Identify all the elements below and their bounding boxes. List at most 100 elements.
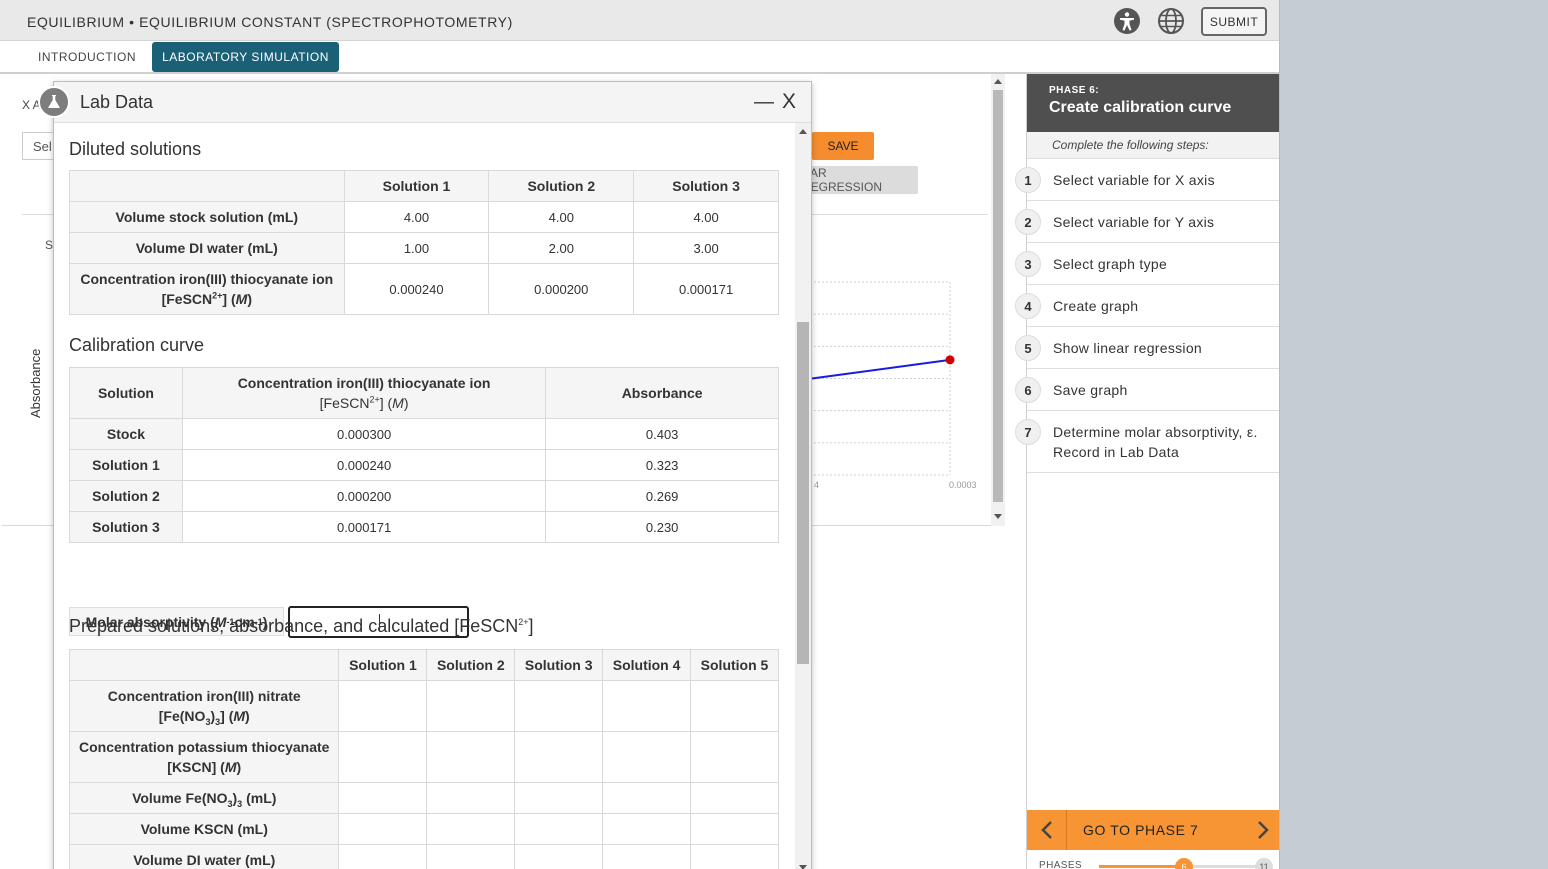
table-cell[interactable] bbox=[514, 844, 604, 869]
phases-progress: PHASES 6 11 bbox=[1027, 850, 1279, 869]
phase-sidepanel: PHASE 6: Create calibration curve Comple… bbox=[1015, 74, 1279, 869]
minimize-button[interactable]: — bbox=[754, 91, 774, 113]
accessibility-icon[interactable] bbox=[1113, 7, 1141, 35]
step-item: 3 Select graph type bbox=[1015, 243, 1279, 285]
step-text: Show linear regression bbox=[1053, 340, 1203, 356]
step-text: Save graph bbox=[1053, 382, 1128, 398]
table-cell[interactable] bbox=[602, 813, 692, 845]
submit-button[interactable]: SUBMIT bbox=[1201, 7, 1267, 36]
table-cell[interactable] bbox=[690, 680, 779, 732]
table-cell: 4.00 bbox=[633, 201, 779, 233]
modal-body: Diluted solutions Solution 1 Solution 2 … bbox=[54, 123, 811, 869]
table-row: Volume DI water (mL) 1.00 2.00 3.00 bbox=[69, 232, 779, 264]
table-cell[interactable] bbox=[602, 844, 692, 869]
y-axis-title: Absorbance bbox=[28, 348, 43, 418]
table-row: Concentration potassium thiocyanate [KSCN… bbox=[68, 731, 779, 783]
table-cell: 3.00 bbox=[633, 232, 779, 264]
current-phase-marker[interactable]: 6 bbox=[1175, 858, 1193, 869]
table-cell[interactable] bbox=[338, 813, 428, 845]
row-header-text: Concentration iron(III) thiocyanate ion bbox=[80, 271, 334, 287]
scrollbar-thumb[interactable] bbox=[993, 90, 1003, 502]
step-item: 2 Select variable for Y axis bbox=[1015, 201, 1279, 243]
save-graph-button[interactable]: SAVE bbox=[812, 132, 874, 160]
linear-regression-button[interactable]: EAR REGRESSION bbox=[802, 166, 918, 194]
step-number: 4 bbox=[1015, 293, 1041, 319]
calibration-curve-title: Calibration curve bbox=[69, 335, 205, 355]
previous-phase-button[interactable] bbox=[1027, 810, 1067, 850]
table-header: Solution 4 bbox=[602, 649, 692, 681]
table-cell[interactable] bbox=[602, 680, 692, 732]
scroll-down-icon[interactable] bbox=[994, 514, 1002, 519]
table-cell[interactable] bbox=[514, 782, 604, 814]
table-cell[interactable] bbox=[514, 813, 604, 845]
table-cell[interactable] bbox=[426, 813, 516, 845]
table-cell[interactable] bbox=[426, 782, 516, 814]
step-text: Create graph bbox=[1053, 298, 1139, 314]
header-text: Concentration iron(III) thiocyanate ion bbox=[237, 375, 491, 391]
table-cell[interactable] bbox=[426, 680, 516, 732]
last-phase-marker[interactable]: 11 bbox=[1255, 858, 1273, 869]
tab-introduction[interactable]: INTRODUCTION bbox=[28, 42, 146, 72]
scroll-up-icon[interactable] bbox=[994, 79, 1002, 84]
table-cell[interactable] bbox=[602, 782, 692, 814]
table-cell[interactable] bbox=[602, 731, 692, 783]
phase-header: PHASE 6: Create calibration curve bbox=[1027, 74, 1279, 132]
table-cell[interactable] bbox=[338, 680, 428, 732]
table-cell[interactable] bbox=[514, 680, 604, 732]
table-cell[interactable] bbox=[338, 731, 428, 783]
globe-icon[interactable] bbox=[1157, 7, 1185, 35]
simulation-scrollbar[interactable] bbox=[991, 74, 1005, 526]
table-cell[interactable] bbox=[690, 813, 779, 845]
row-header: Volume KSCN (mL) bbox=[68, 813, 340, 845]
modal-title: Lab Data bbox=[80, 92, 154, 112]
top-bar: EQUILIBRIUM • EQUILIBRIUM CONSTANT (SPEC… bbox=[0, 0, 1279, 41]
go-to-next-phase-button[interactable]: GO TO PHASE 7 bbox=[1083, 822, 1198, 838]
table-cell[interactable] bbox=[338, 782, 428, 814]
app-title: EQUILIBRIUM • EQUILIBRIUM CONSTANT (SPEC… bbox=[27, 14, 513, 30]
modal-scrollbar[interactable] bbox=[795, 123, 811, 869]
row-header-text: Volume Fe(NO bbox=[132, 790, 228, 806]
data-point bbox=[945, 355, 955, 365]
step-number: 7 bbox=[1015, 419, 1041, 445]
tab-bar: INTRODUCTION LABORATORY SIMULATION bbox=[0, 41, 1279, 74]
table-cell[interactable] bbox=[690, 731, 779, 783]
step-item: 7 Determine molar absorptivity, ε. Recor… bbox=[1015, 411, 1279, 473]
table-cell: 0.000171 bbox=[181, 511, 547, 543]
table-row: Solution 2 0.000200 0.269 bbox=[69, 480, 779, 512]
table-header bbox=[69, 170, 345, 202]
row-header: Volume DI water (mL) bbox=[69, 232, 345, 264]
step-number: 6 bbox=[1015, 377, 1041, 403]
row-header: Solution 1 bbox=[69, 449, 183, 481]
table-cell[interactable] bbox=[690, 844, 779, 869]
prepared-solutions-table: Solution 1 Solution 2 Solution 3 Solutio… bbox=[68, 649, 779, 869]
calibration-curve-table: Solution Concentration iron(III) thiocya… bbox=[69, 367, 779, 543]
modal-header[interactable]: Lab Data — X bbox=[38, 82, 811, 123]
table-header: Solution 2 bbox=[426, 649, 516, 681]
tab-laboratory-simulation[interactable]: LABORATORY SIMULATION bbox=[152, 42, 339, 72]
table-cell[interactable] bbox=[514, 731, 604, 783]
phase-number: PHASE 6: bbox=[1049, 85, 1100, 96]
table-cell: 0.000300 bbox=[181, 418, 547, 450]
table-cell[interactable] bbox=[338, 844, 428, 869]
row-header: Volume Fe(NO3)3 (mL) bbox=[68, 782, 340, 814]
scroll-up-icon[interactable] bbox=[799, 129, 807, 134]
table-cell[interactable] bbox=[690, 782, 779, 814]
calibration-chart: 4 0.0003 bbox=[792, 274, 992, 504]
table-cell: 0.269 bbox=[545, 480, 779, 512]
table-header: Solution 1 bbox=[343, 170, 490, 202]
table-row: Stock 0.000300 0.403 bbox=[69, 418, 779, 450]
scroll-down-icon[interactable] bbox=[799, 865, 807, 869]
series-line bbox=[811, 358, 951, 380]
step-number: 1 bbox=[1015, 167, 1041, 193]
table-cell[interactable] bbox=[426, 731, 516, 783]
step-text: Determine molar absorptivity, ε. Record … bbox=[1053, 424, 1258, 460]
row-header: Solution 2 bbox=[69, 480, 183, 512]
prepared-solutions-title: Prepared solutions, absorbance, and calc… bbox=[69, 616, 534, 636]
lab-data-modal: Lab Data — X Diluted solutions Solution … bbox=[38, 81, 812, 869]
close-button[interactable]: X bbox=[778, 90, 800, 113]
scrollbar-thumb[interactable] bbox=[797, 322, 809, 664]
table-header: Concentration iron(III) thiocyanate ion[… bbox=[181, 367, 547, 419]
flask-icon bbox=[38, 86, 70, 118]
table-cell[interactable] bbox=[426, 844, 516, 869]
next-phase-button[interactable] bbox=[1251, 810, 1275, 850]
